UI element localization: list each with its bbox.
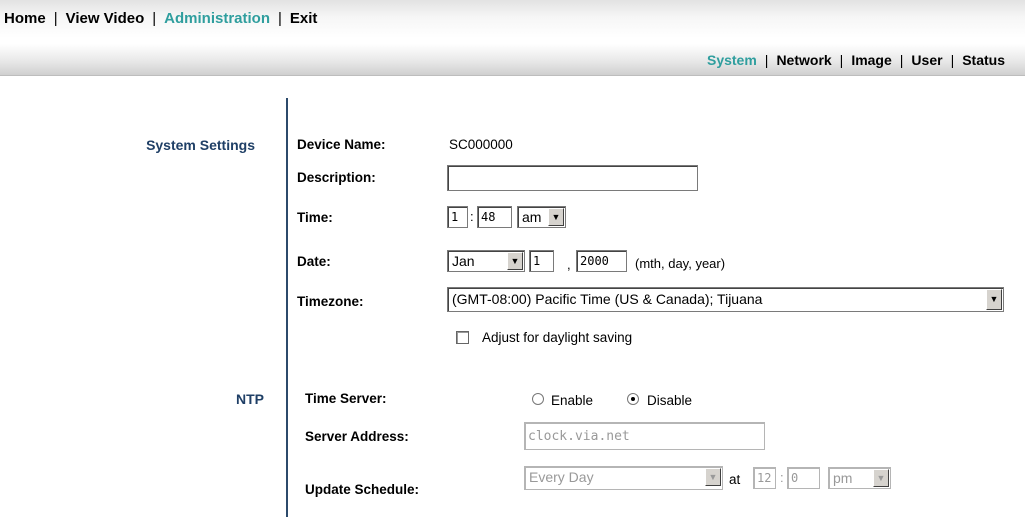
nav-separator: | bbox=[152, 10, 157, 27]
ntp-enable-label: Enable bbox=[551, 393, 594, 408]
schedule-ampm-value: pm bbox=[833, 470, 853, 486]
section-divider bbox=[286, 98, 288, 517]
sub-nav-bar: System | Network | Image | User | Status bbox=[0, 44, 1025, 76]
nav-administration[interactable]: Administration bbox=[164, 10, 270, 27]
nav-separator: | bbox=[278, 10, 282, 27]
sub-nav: System | Network | Image | User | Status bbox=[707, 52, 1005, 68]
time-ampm-select[interactable]: am ▼ bbox=[517, 206, 566, 228]
schedule-minute-input[interactable]: 0 bbox=[787, 467, 820, 489]
ntp-disable-label: Disable bbox=[647, 393, 693, 408]
time-server-label: Time Server: bbox=[305, 391, 387, 406]
ntp-disable-radio[interactable] bbox=[627, 393, 639, 405]
schedule-ampm-select[interactable]: pm ▼ bbox=[828, 467, 891, 489]
nav-home[interactable]: Home bbox=[4, 10, 46, 27]
dropdown-arrow-icon[interactable]: ▼ bbox=[705, 468, 721, 486]
date-month-value: Jan bbox=[452, 253, 475, 269]
server-address-input[interactable]: clock.via.net bbox=[524, 422, 765, 450]
daylight-saving-checkbox[interactable] bbox=[456, 331, 469, 344]
date-format-hint: (mth, day, year) bbox=[635, 256, 726, 271]
tab-system[interactable]: System bbox=[707, 52, 757, 68]
date-day-input[interactable]: 1 bbox=[529, 250, 554, 272]
ntp-title: NTP bbox=[236, 391, 264, 407]
date-year-input[interactable]: 2000 bbox=[576, 250, 627, 272]
tab-separator: | bbox=[899, 52, 904, 68]
tab-user[interactable]: User bbox=[911, 52, 942, 68]
tab-separator: | bbox=[839, 52, 844, 68]
server-address-label: Server Address: bbox=[305, 429, 409, 444]
schedule-separator: : bbox=[780, 470, 784, 485]
top-nav-bar: Home | View Video | Administration | Exit bbox=[0, 0, 1025, 38]
timezone-value: (GMT-08:00) Pacific Time (US & Canada); … bbox=[452, 291, 763, 307]
tab-network[interactable]: Network bbox=[776, 52, 831, 68]
daylight-saving-label: Adjust for daylight saving bbox=[482, 330, 633, 345]
dropdown-arrow-icon[interactable]: ▼ bbox=[986, 289, 1002, 310]
tab-separator: | bbox=[764, 52, 769, 68]
time-hour-input[interactable]: 1 bbox=[447, 206, 468, 228]
time-ampm-value: am bbox=[522, 209, 542, 225]
timezone-select[interactable]: (GMT-08:00) Pacific Time (US & Canada); … bbox=[447, 287, 1004, 312]
ntp-enable-radio[interactable] bbox=[532, 393, 544, 405]
at-label: at bbox=[729, 472, 741, 487]
tab-separator: | bbox=[950, 52, 955, 68]
description-input[interactable] bbox=[447, 165, 698, 191]
nav-separator: | bbox=[53, 10, 58, 27]
time-minute-input[interactable]: 48 bbox=[477, 206, 512, 228]
update-schedule-value: Every Day bbox=[529, 469, 594, 485]
dropdown-arrow-icon[interactable]: ▼ bbox=[507, 252, 523, 270]
timezone-label: Timezone: bbox=[297, 294, 364, 309]
device-name-label: Device Name: bbox=[297, 137, 386, 152]
dropdown-arrow-icon[interactable]: ▼ bbox=[873, 469, 889, 487]
date-separator: , bbox=[567, 257, 571, 272]
tab-image[interactable]: Image bbox=[851, 52, 891, 68]
tab-status[interactable]: Status bbox=[962, 52, 1005, 68]
top-nav: Home | View Video | Administration | Exit bbox=[4, 10, 317, 27]
nav-exit[interactable]: Exit bbox=[290, 10, 318, 27]
schedule-hour-input[interactable]: 12 bbox=[753, 467, 776, 489]
system-settings-title: System Settings bbox=[146, 137, 255, 153]
update-schedule-label: Update Schedule: bbox=[305, 482, 420, 497]
date-month-select[interactable]: Jan ▼ bbox=[447, 250, 525, 272]
time-label: Time: bbox=[297, 210, 333, 225]
dropdown-arrow-icon[interactable]: ▼ bbox=[548, 208, 564, 226]
device-name-value: SC000000 bbox=[449, 137, 513, 152]
date-label: Date: bbox=[297, 254, 331, 269]
nav-view-video[interactable]: View Video bbox=[66, 10, 145, 27]
time-separator: : bbox=[470, 209, 474, 224]
update-schedule-select[interactable]: Every Day ▼ bbox=[524, 466, 723, 490]
description-label: Description: bbox=[297, 170, 376, 185]
